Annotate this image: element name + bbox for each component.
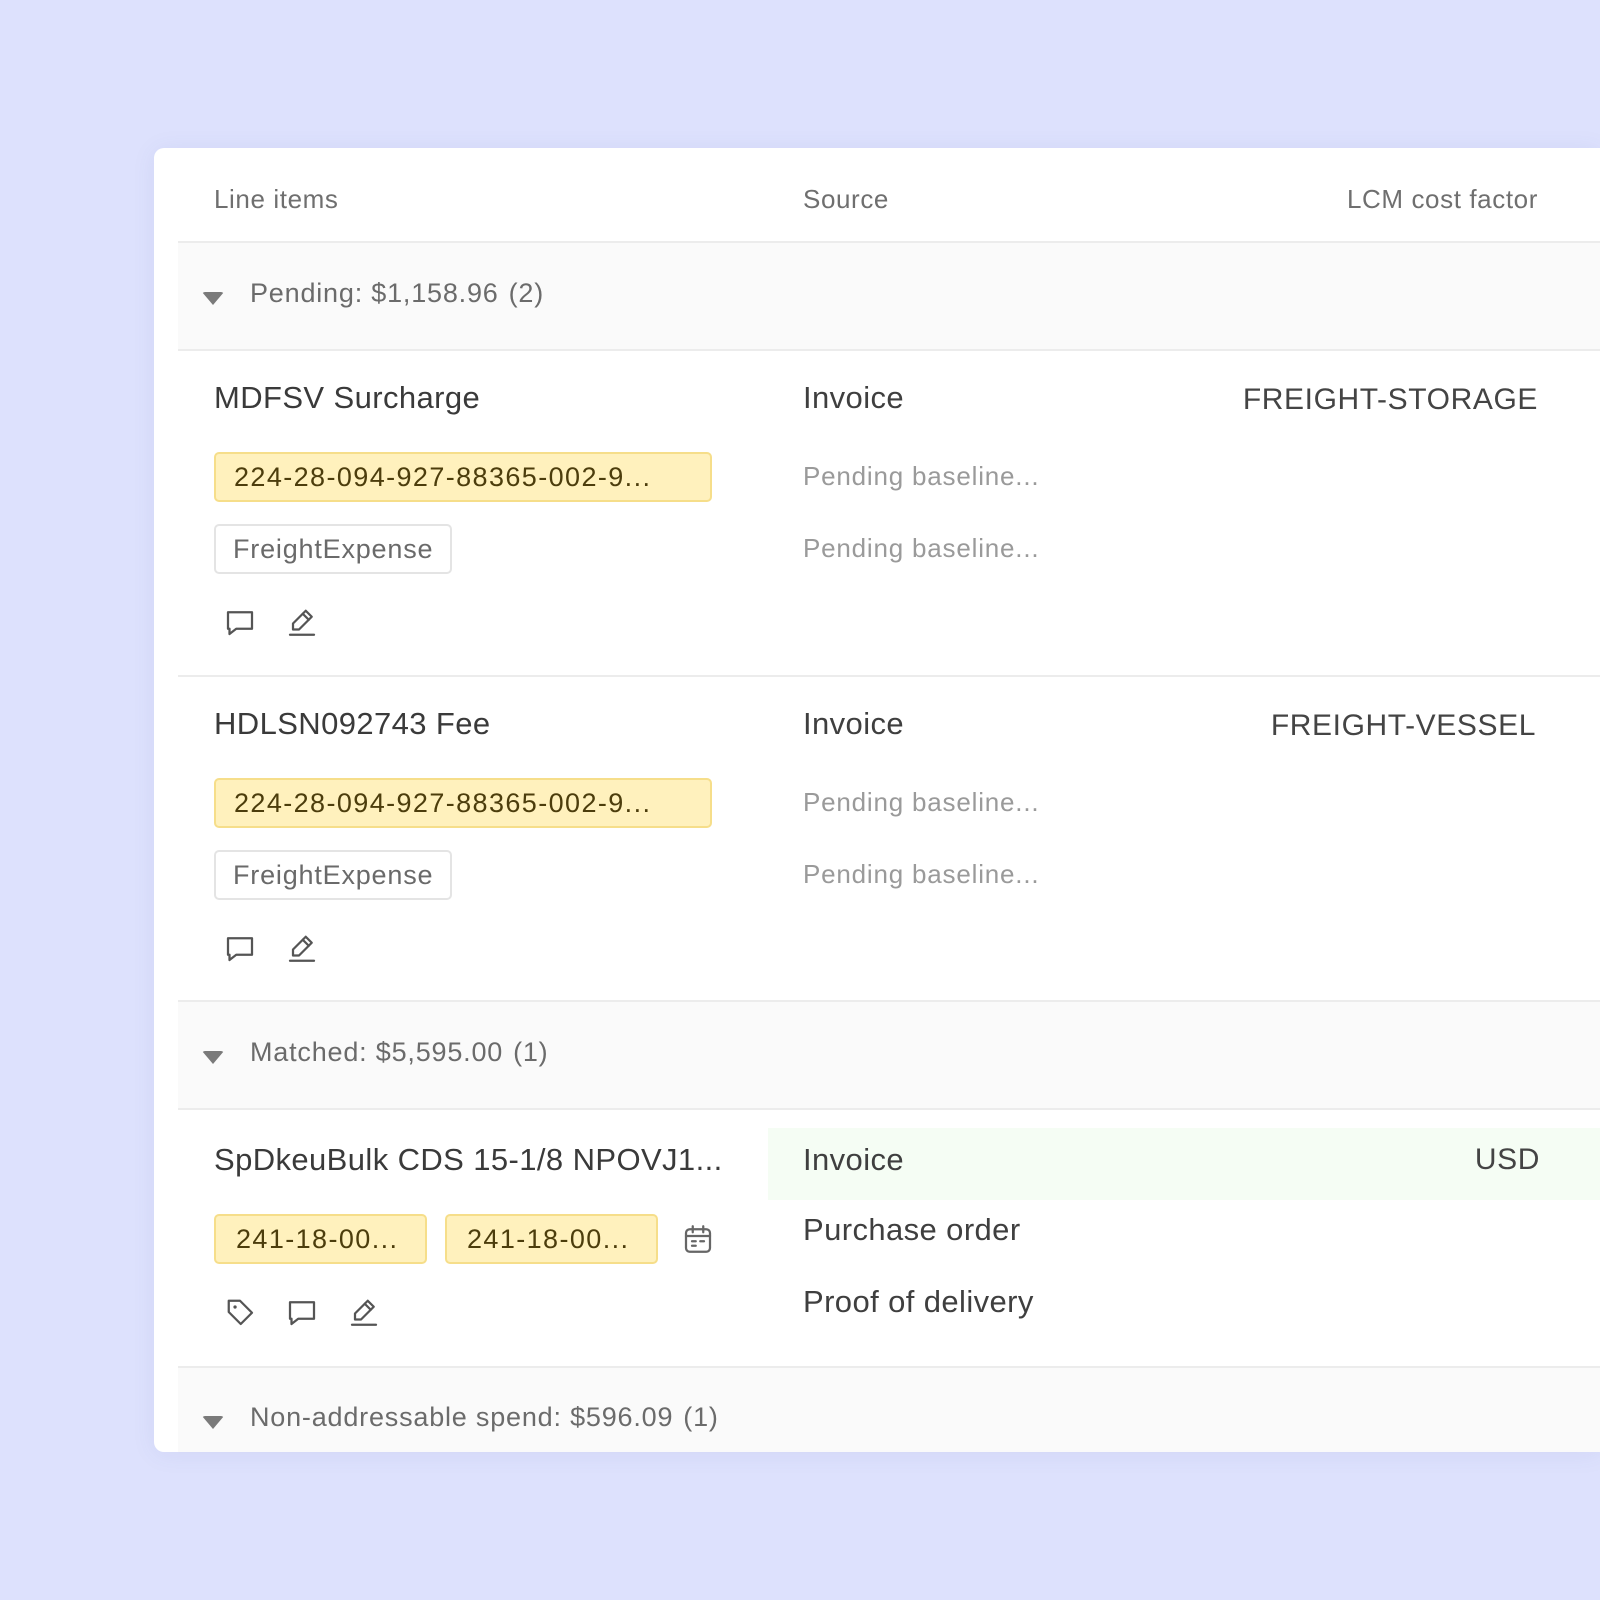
pencil-icon[interactable] — [284, 930, 320, 966]
group-label-pending: Pending: $1,158.96 (2) — [250, 278, 545, 308]
group-label-non-addressable: Non-addressable spend: $596.09 (1) — [250, 1402, 719, 1432]
category-chip[interactable]: FreightExpense — [214, 850, 452, 900]
source-primary: Invoice — [803, 706, 905, 741]
comment-icon[interactable] — [222, 604, 258, 640]
source-tertiary: Proof of delivery — [803, 1284, 1034, 1319]
line-items-panel: Line items Source LCM cost factor Pendin… — [154, 148, 1600, 1452]
pending-baseline-text: Pending baseline... — [803, 533, 1040, 563]
divider — [178, 675, 1600, 677]
lcm-cost-factor-value: FREIGHT-VESSEL — [1270, 709, 1536, 742]
caret-down-icon[interactable] — [202, 1416, 224, 1429]
reference-chip[interactable]: 241-18-00... — [214, 1214, 427, 1264]
column-header-line-items[interactable]: Line items — [214, 184, 339, 215]
pencil-icon[interactable] — [284, 604, 320, 640]
divider — [178, 349, 1600, 351]
group-header-matched[interactable]: Matched: $5,595.00 (1) — [178, 1002, 1600, 1108]
column-header-lcm-cost-factor[interactable]: LCM cost factor — [1347, 184, 1538, 215]
caret-down-icon[interactable] — [202, 1051, 224, 1064]
calendar-icon[interactable] — [680, 1221, 716, 1257]
group-header-pending[interactable]: Pending: $1,158.96 (2) — [178, 243, 1600, 349]
caret-down-icon[interactable] — [202, 292, 224, 305]
tag-icon[interactable] — [222, 1294, 258, 1330]
line-item-title: MDFSV Surcharge — [214, 380, 481, 415]
source-primary: Invoice — [803, 1142, 905, 1177]
pending-baseline-text: Pending baseline... — [803, 859, 1040, 889]
column-header-source[interactable]: Source — [803, 184, 889, 215]
currency-value: USD — [1474, 1143, 1540, 1176]
line-item-title: SpDkeuBulk CDS 15-1/8 NPOVJ1... — [214, 1142, 723, 1177]
line-item-title: HDLSN092743 Fee — [214, 706, 491, 741]
category-chip[interactable]: FreightExpense — [214, 524, 452, 574]
comment-icon[interactable] — [222, 930, 258, 966]
source-primary: Invoice — [803, 380, 905, 415]
group-header-non-addressable[interactable]: Non-addressable spend: $596.09 (1) — [178, 1368, 1600, 1452]
reference-chip[interactable]: 224-28-094-927-88365-002-9... — [214, 452, 712, 502]
comment-icon[interactable] — [284, 1294, 320, 1330]
reference-chip[interactable]: 224-28-094-927-88365-002-9... — [214, 778, 712, 828]
divider — [178, 1108, 1600, 1110]
pencil-icon[interactable] — [346, 1294, 382, 1330]
pending-baseline-text: Pending baseline... — [803, 461, 1040, 491]
reference-chip[interactable]: 241-18-00... — [445, 1214, 658, 1264]
group-label-matched: Matched: $5,595.00 (1) — [250, 1037, 549, 1067]
pending-baseline-text: Pending baseline... — [803, 787, 1040, 817]
source-secondary: Purchase order — [803, 1212, 1021, 1247]
lcm-cost-factor-value: FREIGHT-STORAGE — [1242, 383, 1538, 416]
